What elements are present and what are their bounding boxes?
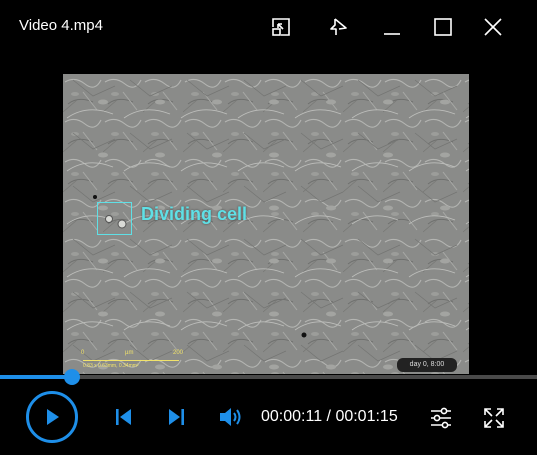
scale-unit-label: µm (125, 350, 134, 356)
timestamp-badge: day 0, 8:00 (397, 358, 457, 372)
maximize-button[interactable] (429, 13, 457, 41)
minimize-icon (384, 33, 400, 35)
annotation-label: Dividing cell (141, 204, 248, 224)
previous-button[interactable] (110, 404, 136, 430)
scale-line (83, 360, 179, 361)
close-icon (484, 18, 502, 36)
close-button[interactable] (479, 13, 507, 41)
window-title: Video 4.mp4 (19, 17, 103, 34)
maximize-icon (434, 18, 452, 36)
current-time: 00:00:11 (261, 408, 323, 425)
compact-mode-button[interactable] (267, 13, 295, 41)
volume-button[interactable] (216, 403, 246, 431)
title-bar: Video 4.mp4 (0, 0, 537, 56)
compact-mode-icon (272, 18, 290, 36)
next-button[interactable] (164, 404, 190, 430)
play-button[interactable] (26, 391, 78, 443)
scale-info: 0.83 x 0.63mm, 0.34mm² (83, 363, 139, 369)
video-frame[interactable]: Dividing cell 0 µm 200 0.83 x 0.63mm, 0.… (63, 74, 469, 374)
pin-icon (330, 18, 347, 35)
scale-start-label: 0 (81, 350, 85, 356)
play-icon (47, 409, 59, 425)
time-display: 00:00:11 / 00:01:15 (261, 408, 398, 426)
fullscreen-icon (484, 408, 504, 428)
scale-bar: 0 µm 200 (79, 350, 184, 364)
time-separator: / (322, 408, 336, 425)
settings-sliders-icon (431, 407, 451, 429)
dividing-cell-marker (97, 202, 132, 235)
pin-button[interactable] (324, 13, 352, 41)
next-icon (169, 409, 184, 425)
playback-controls: 00:00:11 / 00:01:15 (0, 380, 537, 455)
fullscreen-button[interactable] (480, 404, 508, 432)
previous-icon (116, 409, 131, 425)
volume-icon (220, 408, 241, 426)
seek-bar-progress (0, 375, 73, 379)
seek-bar[interactable] (0, 369, 537, 385)
scale-end-label: 200 (173, 350, 184, 356)
minimize-button[interactable] (378, 13, 406, 41)
settings-button[interactable] (427, 404, 455, 432)
total-time: 00:01:15 (335, 408, 398, 425)
